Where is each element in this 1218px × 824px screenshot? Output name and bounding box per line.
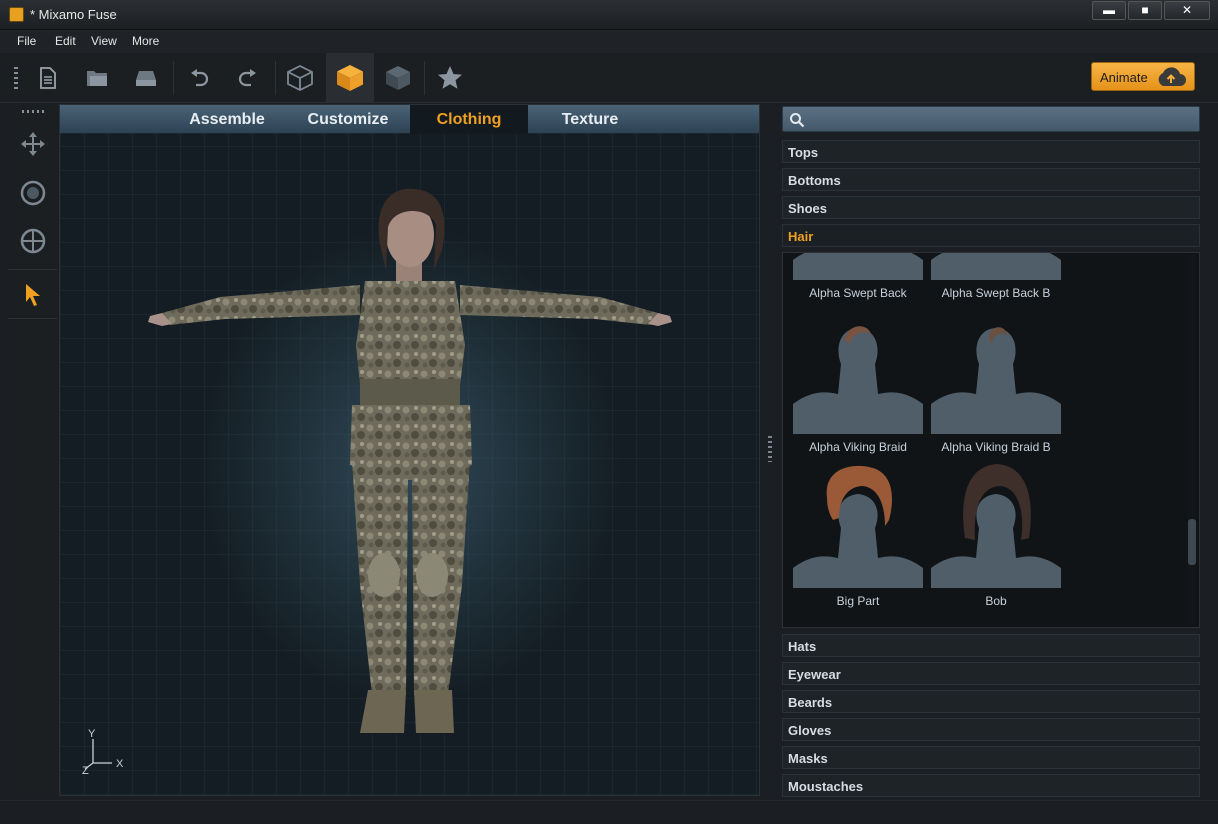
box-outline-icon[interactable]: [276, 53, 324, 103]
axis-z-label: Z: [82, 765, 89, 777]
animate-button[interactable]: Animate: [1091, 62, 1195, 91]
gallery-scrollbar[interactable]: [1188, 255, 1196, 623]
pointer-icon[interactable]: [8, 272, 57, 318]
category-masks[interactable]: Masks: [782, 746, 1200, 769]
toolbar: [0, 53, 1218, 103]
category-gloves[interactable]: Gloves: [782, 718, 1200, 741]
hair-thumbnail: [793, 458, 923, 588]
hair-item-label: Bob: [985, 594, 1007, 608]
mode-tabs: Assemble Customize Clothing Texture: [60, 105, 759, 134]
target-icon[interactable]: [8, 218, 57, 264]
hair-thumbnail: [793, 304, 923, 434]
cloud-upload-icon: [1154, 67, 1188, 90]
close-button[interactable]: ✕: [1164, 1, 1210, 20]
category-beards[interactable]: Beards: [782, 690, 1200, 713]
move-icon[interactable]: [8, 121, 57, 167]
window-title: * Mixamo Fuse: [30, 7, 117, 22]
hair-gallery: Alpha Swept Back Alpha Swept Back B Alph…: [782, 252, 1200, 628]
box-dark-icon[interactable]: [374, 53, 422, 103]
animate-label: Animate: [1100, 70, 1148, 85]
category-eyewear[interactable]: Eyewear: [782, 662, 1200, 685]
undo-icon[interactable]: [175, 53, 223, 103]
hair-item-label: Big Part: [836, 594, 880, 608]
hair-item[interactable]: Alpha Swept Back B: [931, 253, 1061, 300]
menu-bar: File Edit View More: [0, 30, 1218, 53]
clothing-panel: Tops Bottoms Shoes Hair Alpha Swept Back…: [782, 104, 1200, 797]
hair-item[interactable]: Big Part: [793, 458, 923, 608]
hair-item-label: Alpha Swept Back B: [941, 286, 1051, 300]
hair-item[interactable]: Alpha Viking Braid: [793, 304, 923, 454]
panel-splitter[interactable]: [768, 436, 772, 462]
character-model[interactable]: [60, 135, 759, 795]
hair-item-label: Alpha Viking Braid B: [941, 440, 1051, 454]
redo-icon[interactable]: [224, 53, 272, 103]
axis-gizmo: Y X Z: [80, 727, 140, 782]
3d-viewport[interactable]: Assemble Customize Clothing Texture Y X …: [59, 104, 760, 796]
tab-clothing[interactable]: Clothing: [410, 105, 528, 134]
search-bar: [782, 106, 1200, 132]
tool-column: [8, 104, 57, 794]
app-logo-icon: [9, 7, 24, 22]
open-folder-icon[interactable]: [73, 53, 121, 103]
tab-texture[interactable]: Texture: [530, 105, 650, 134]
category-hats[interactable]: Hats: [782, 634, 1200, 657]
hair-item[interactable]: Alpha Swept Back: [793, 253, 923, 300]
hair-thumbnail: [793, 253, 923, 280]
category-tops[interactable]: Tops: [782, 140, 1200, 163]
hair-item-label: Alpha Swept Back: [809, 286, 907, 300]
tab-customize[interactable]: Customize: [288, 105, 408, 134]
menu-edit[interactable]: Edit: [55, 34, 76, 48]
maximize-button[interactable]: ■: [1128, 1, 1162, 20]
save-icon[interactable]: [122, 53, 170, 103]
search-icon: [789, 112, 805, 133]
tab-assemble[interactable]: Assemble: [168, 105, 286, 134]
new-file-icon[interactable]: [24, 53, 72, 103]
hair-thumbnail: [931, 304, 1061, 434]
star-icon[interactable]: [426, 53, 474, 103]
box-filled-icon[interactable]: [326, 53, 374, 103]
menu-view[interactable]: View: [91, 34, 117, 48]
category-hair[interactable]: Hair: [782, 224, 1200, 247]
rotate-icon[interactable]: [8, 170, 57, 216]
hair-item[interactable]: Bob: [931, 458, 1061, 608]
tool-column-grip[interactable]: [22, 110, 44, 113]
hair-thumbnail: [931, 253, 1061, 280]
scrollbar-thumb[interactable]: [1188, 519, 1196, 565]
category-moustaches[interactable]: Moustaches: [782, 774, 1200, 797]
title-bar: * Mixamo Fuse ▬ ■ ✕: [0, 0, 1218, 30]
category-shoes[interactable]: Shoes: [782, 196, 1200, 219]
hair-item-label: Alpha Viking Braid: [809, 440, 907, 454]
search-input[interactable]: [809, 110, 1194, 128]
hair-thumbnail: [931, 458, 1061, 588]
status-bar: [0, 800, 1218, 824]
toolbar-grip[interactable]: [14, 67, 18, 89]
axis-x-label: X: [116, 758, 124, 770]
menu-more[interactable]: More: [132, 34, 159, 48]
hair-item[interactable]: Alpha Viking Braid B: [931, 304, 1061, 454]
axis-y-label: Y: [88, 728, 96, 740]
menu-file[interactable]: File: [17, 34, 36, 48]
minimize-button[interactable]: ▬: [1092, 1, 1126, 20]
category-bottoms[interactable]: Bottoms: [782, 168, 1200, 191]
